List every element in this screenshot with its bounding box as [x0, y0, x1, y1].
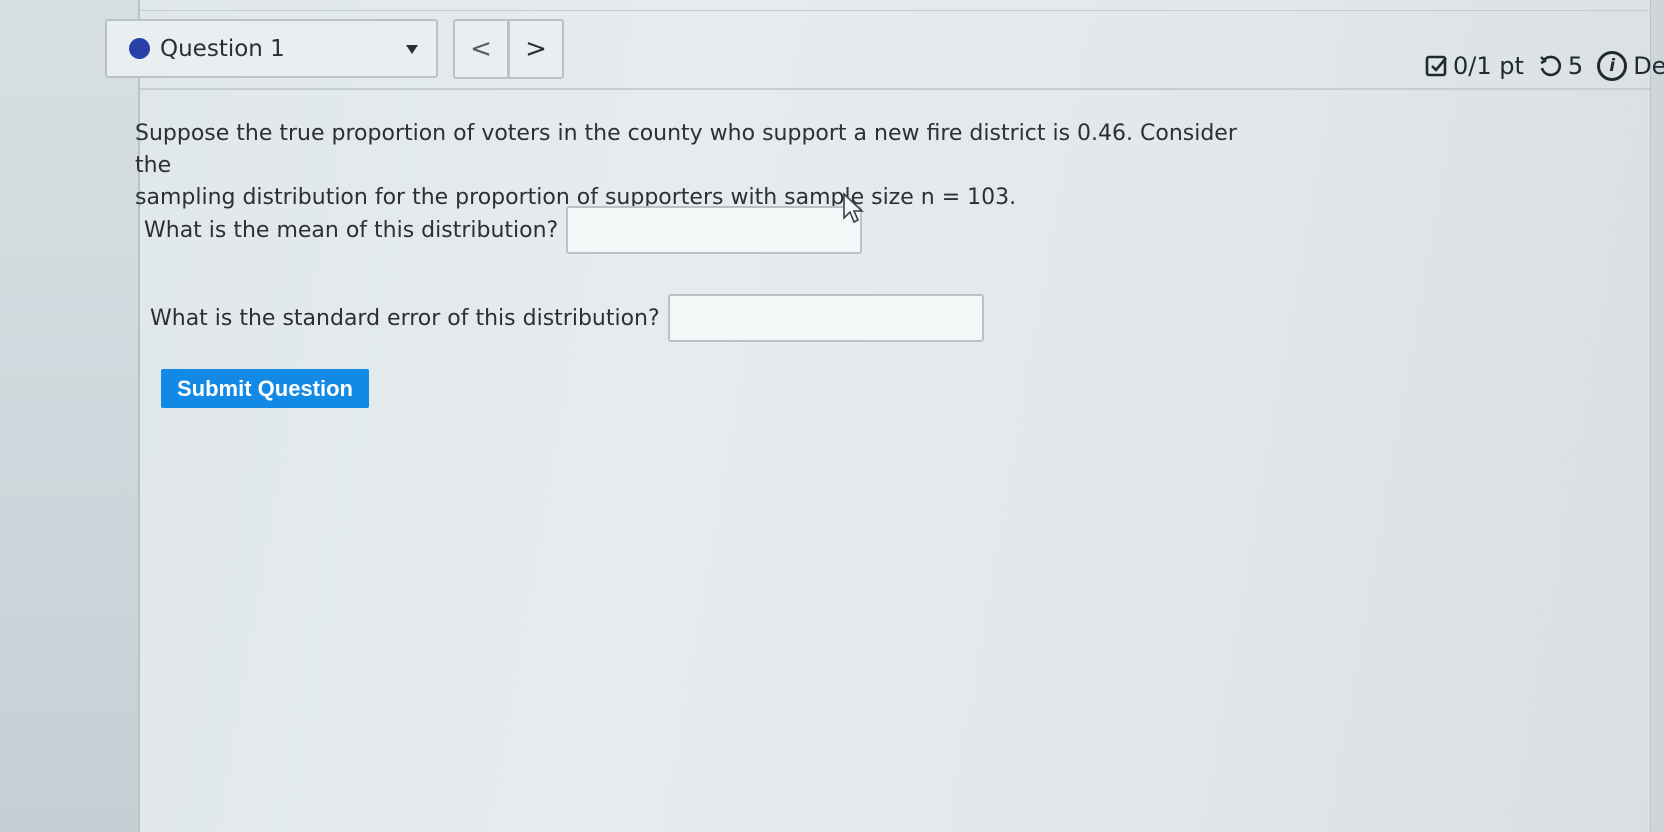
- mean-question-label: What is the mean of this distribution?: [144, 217, 559, 243]
- question-selector[interactable]: Question 1: [105, 19, 438, 78]
- dropdown-caret-icon: [406, 45, 418, 54]
- next-question-button[interactable]: >: [508, 19, 564, 79]
- question-status-bar: 0/1 pt 5 i De: [1425, 46, 1664, 86]
- mouse-cursor-icon: [843, 192, 865, 224]
- mean-answer-input[interactable]: [566, 206, 863, 254]
- question-prompt-line: Suppose the true proportion of voters in…: [135, 121, 1237, 178]
- question-selector-label: Question 1: [160, 35, 285, 62]
- standard-error-answer-input[interactable]: [667, 294, 984, 342]
- question-status-dot: [129, 38, 150, 59]
- retries-count: 5: [1567, 52, 1584, 80]
- previous-question-button[interactable]: <: [453, 19, 509, 79]
- chevron-right-icon: >: [525, 34, 547, 64]
- details-link[interactable]: De: [1633, 52, 1664, 80]
- retry-icon: [1538, 54, 1562, 78]
- left-panel-edge: [0, 0, 140, 832]
- top-divider: [140, 10, 1650, 11]
- question-prompt: Suppose the true proportion of voters in…: [135, 118, 1255, 214]
- score-text: 0/1 pt: [1453, 52, 1524, 80]
- info-icon[interactable]: i: [1597, 51, 1628, 81]
- mean-question-row: What is the mean of this distribution?: [144, 206, 863, 254]
- header-divider: [140, 88, 1650, 90]
- checkbox-icon: [1425, 54, 1449, 78]
- standard-error-question-row: What is the standard error of this distr…: [150, 294, 984, 342]
- right-scrollbar[interactable]: [1650, 0, 1664, 832]
- chevron-left-icon: <: [470, 34, 492, 64]
- standard-error-question-label: What is the standard error of this distr…: [150, 305, 660, 331]
- submit-question-button[interactable]: Submit Question: [161, 369, 369, 408]
